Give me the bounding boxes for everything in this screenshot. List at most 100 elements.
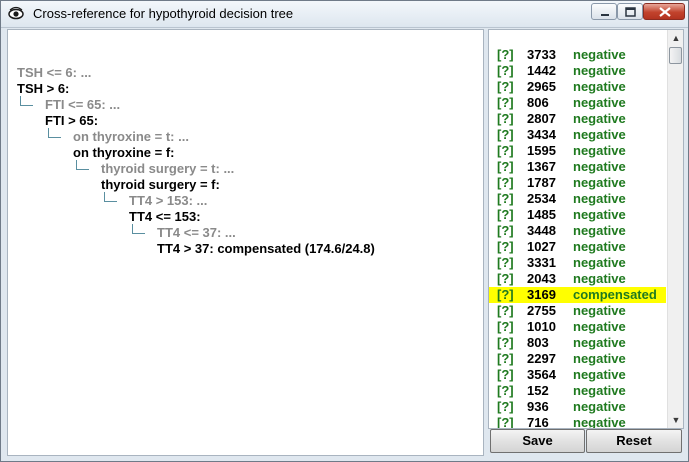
case-row[interactable]: [?] 3564 negative <box>489 367 666 383</box>
tree-connector <box>76 160 89 170</box>
case-class: negative <box>573 63 626 78</box>
case-class: negative <box>573 399 626 414</box>
title-bar[interactable]: Cross-reference for hypothyroid decision… <box>1 1 688 28</box>
case-tag: [?] <box>497 111 514 126</box>
case-id: 1442 <box>527 63 556 78</box>
tree-node[interactable]: TSH > 6: <box>17 81 69 97</box>
window-title: Cross-reference for hypothyroid decision… <box>33 6 294 21</box>
tree-node[interactable]: on thyroxine = t: ... <box>73 129 189 145</box>
scroll-up-icon[interactable]: ▲ <box>668 30 683 46</box>
case-class: negative <box>573 351 626 366</box>
decision-tree-pane[interactable]: TSH <= 6: ... TSH > 6: FTI <= 65: ... FTI >… <box>7 29 484 456</box>
tree-node[interactable]: thyroid surgery = f: <box>101 177 220 193</box>
scroll-down-icon[interactable]: ▼ <box>668 412 683 428</box>
case-tag: [?] <box>497 271 514 286</box>
case-id: 1485 <box>527 207 556 222</box>
case-tag: [?] <box>497 95 514 110</box>
case-row[interactable]: [?] 1595 negative <box>489 143 666 159</box>
eye-icon <box>8 6 24 22</box>
case-id: 806 <box>527 95 549 110</box>
case-row[interactable]: [?] 2807 negative <box>489 111 666 127</box>
case-tag: [?] <box>497 383 514 398</box>
case-id: 803 <box>527 335 549 350</box>
case-class: negative <box>573 47 626 62</box>
case-class: negative <box>573 79 626 94</box>
case-row[interactable]: [?] 806 negative <box>489 95 666 111</box>
tree-connector <box>132 224 145 234</box>
case-row[interactable]: [?] 152 negative <box>489 383 666 399</box>
tree-node[interactable]: thyroid surgery = t: ... <box>101 161 234 177</box>
tree-node[interactable]: TT4 <= 153: <box>129 209 201 225</box>
tree-node[interactable]: FTI <= 65: ... <box>45 97 120 113</box>
case-class: negative <box>573 191 626 206</box>
tree-node[interactable]: TT4 > 153: ... <box>129 193 207 209</box>
case-row[interactable]: [?] 1010 negative <box>489 319 666 335</box>
tree-node[interactable]: FTI > 65: <box>45 113 98 129</box>
case-tag: [?] <box>497 303 514 318</box>
case-row[interactable]: [?] 3448 negative <box>489 223 666 239</box>
case-class: negative <box>573 159 626 174</box>
case-tag: [?] <box>497 399 514 414</box>
case-row[interactable]: [?] 803 negative <box>489 335 666 351</box>
case-tag: [?] <box>497 239 514 254</box>
case-tag: [?] <box>497 255 514 270</box>
case-row[interactable]: [?] 1787 negative <box>489 175 666 191</box>
case-id: 1010 <box>527 319 556 334</box>
case-tag: [?] <box>497 351 514 366</box>
case-tag: [?] <box>497 207 514 222</box>
case-row[interactable]: [?] 2043 negative <box>489 271 666 287</box>
case-class: negative <box>573 319 626 334</box>
case-class: negative <box>573 95 626 110</box>
case-id: 2534 <box>527 191 556 206</box>
case-class: negative <box>573 239 626 254</box>
case-row[interactable]: [?] 3169 compensated <box>489 287 666 303</box>
vertical-scrollbar[interactable]: ▲ ▼ <box>667 30 683 428</box>
case-tag: [?] <box>497 127 514 142</box>
maximize-button[interactable] <box>617 3 643 20</box>
case-class: negative <box>573 175 626 190</box>
reset-button[interactable]: Reset <box>586 429 682 453</box>
tree-connector <box>20 96 33 106</box>
case-class: negative <box>573 383 626 398</box>
tree-node[interactable]: on thyroxine = f: <box>73 145 174 161</box>
case-tag: [?] <box>497 415 514 429</box>
case-tag: [?] <box>497 319 514 334</box>
case-class: negative <box>573 335 626 350</box>
case-class: negative <box>573 127 626 142</box>
case-id: 1595 <box>527 143 556 158</box>
minimize-icon <box>601 14 609 16</box>
tree-node[interactable]: TSH <= 6: ... <box>17 65 91 81</box>
close-button[interactable] <box>643 3 685 20</box>
case-row[interactable]: [?] 1027 negative <box>489 239 666 255</box>
save-button[interactable]: Save <box>490 429 585 453</box>
case-tag: [?] <box>497 367 514 382</box>
case-tag: [?] <box>497 175 514 190</box>
case-row[interactable]: [?] 3331 negative <box>489 255 666 271</box>
case-row[interactable]: [?] 3434 negative <box>489 127 666 143</box>
scrollbar-thumb[interactable] <box>669 47 682 64</box>
case-list-pane[interactable]: [?] 3733 negative [?] 1442 negative [?] 2965 neg… <box>488 29 684 429</box>
minimize-button[interactable] <box>591 3 617 20</box>
tree-node[interactable]: TT4 <= 37: ... <box>157 225 236 241</box>
case-id: 3434 <box>527 127 556 142</box>
case-class: negative <box>573 303 626 318</box>
tree-node[interactable]: TT4 > 37: compensated (174.6/24.8) <box>157 241 375 257</box>
case-row[interactable]: [?] 1442 negative <box>489 63 666 79</box>
maximize-icon <box>625 7 636 17</box>
case-tag: [?] <box>497 143 514 158</box>
case-id: 2297 <box>527 351 556 366</box>
case-row[interactable]: [?] 2965 negative <box>489 79 666 95</box>
case-class: negative <box>573 207 626 222</box>
case-row[interactable]: [?] 2755 negative <box>489 303 666 319</box>
close-icon <box>659 7 671 17</box>
case-class: negative <box>573 415 626 429</box>
case-id: 1367 <box>527 159 556 174</box>
case-row[interactable]: [?] 3733 negative <box>489 47 666 63</box>
case-row[interactable]: [?] 2297 negative <box>489 351 666 367</box>
case-row[interactable]: [?] 1367 negative <box>489 159 666 175</box>
case-tag: [?] <box>497 63 514 78</box>
case-row[interactable]: [?] 2534 negative <box>489 191 666 207</box>
case-row[interactable]: [?] 716 negative <box>489 415 666 429</box>
case-row[interactable]: [?] 936 negative <box>489 399 666 415</box>
case-row[interactable]: [?] 1485 negative <box>489 207 666 223</box>
